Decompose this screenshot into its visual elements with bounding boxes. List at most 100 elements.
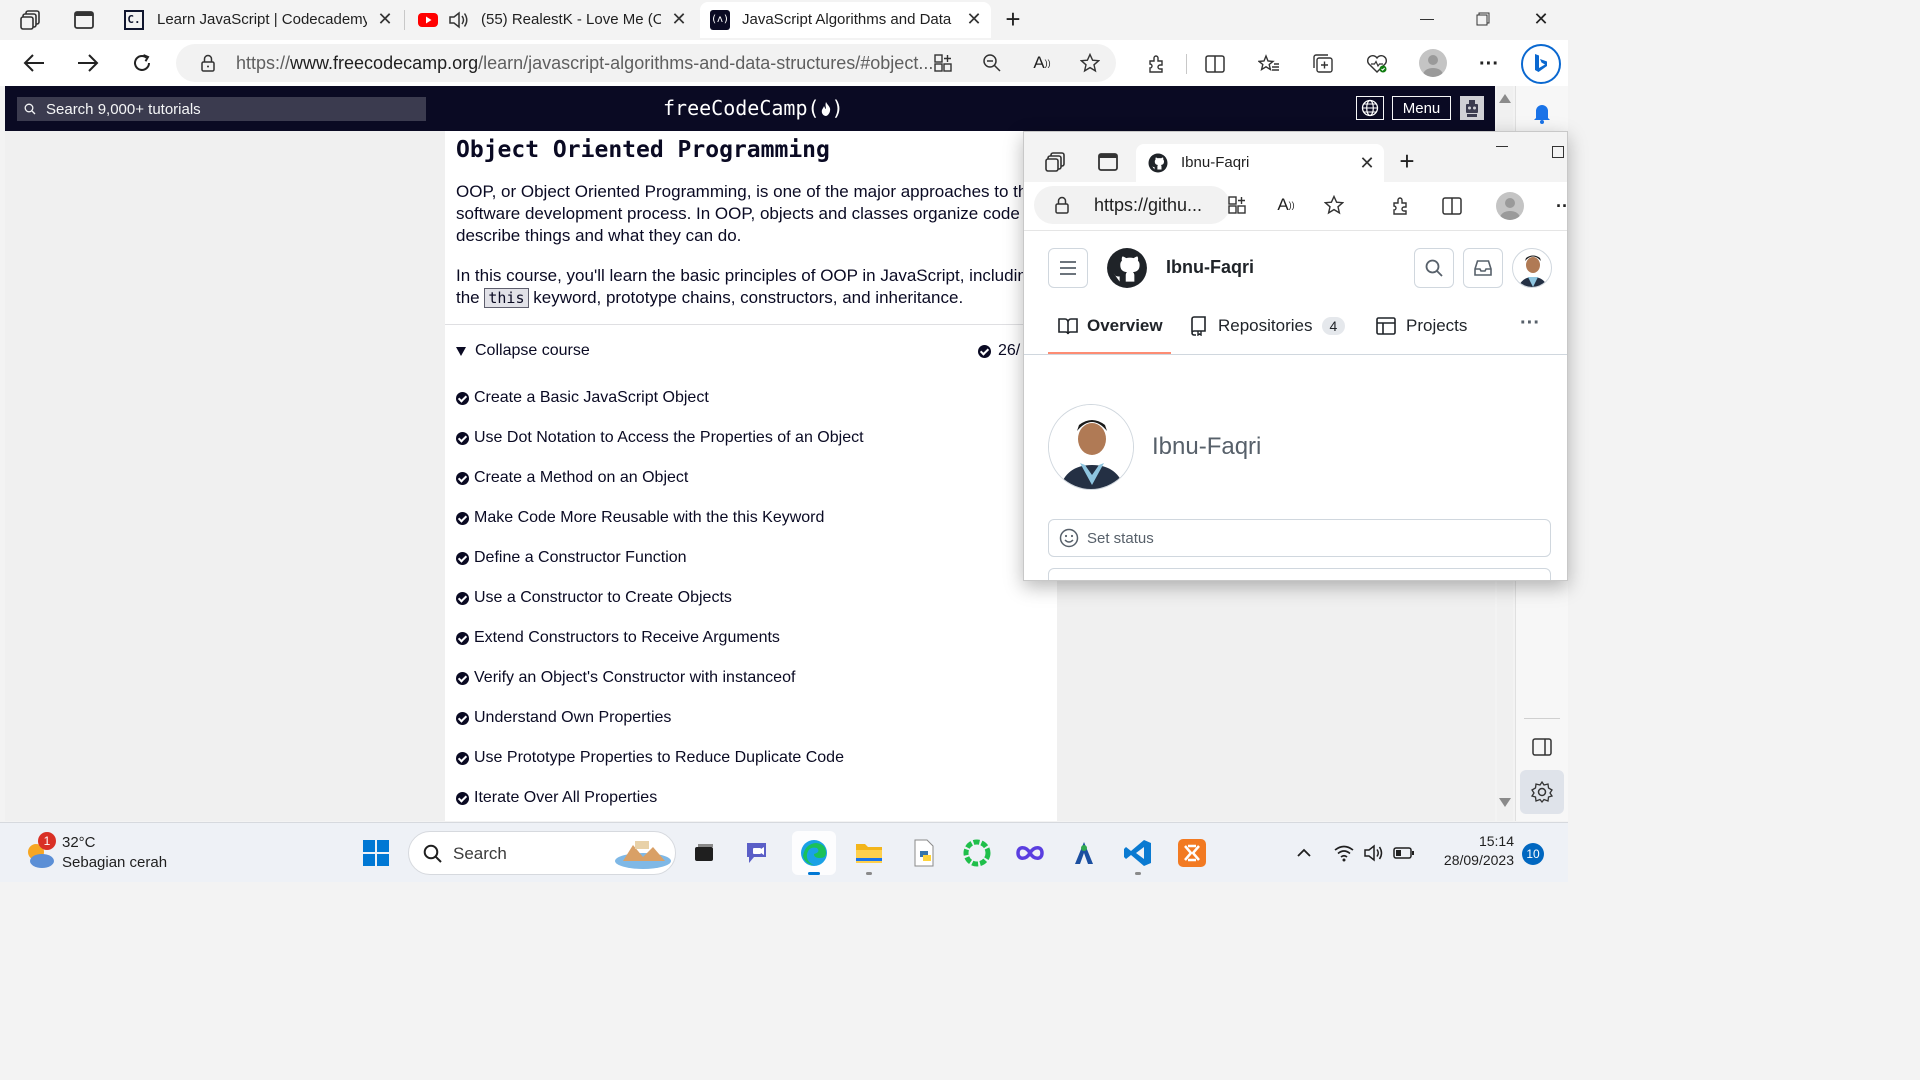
lesson-link[interactable]: Use a Constructor to Create Objects (474, 589, 732, 607)
back-icon[interactable] (20, 50, 48, 76)
lesson-item[interactable]: Use a Constructor to Create Objects (456, 589, 732, 607)
lesson-item[interactable]: Use Dot Notation to Access the Propertie… (456, 429, 864, 447)
tab-github[interactable]: Ibnu-Faqri ✕ (1136, 144, 1384, 182)
network-status-button[interactable] (1328, 831, 1420, 875)
lesson-item[interactable]: Extend Constructors to Receive Arguments (456, 629, 780, 647)
read-aloud-icon[interactable]: A)) (1030, 53, 1054, 73)
lesson-item[interactable]: Create a Basic JavaScript Object (456, 389, 709, 407)
header-username[interactable]: Ibnu-Faqri (1166, 257, 1254, 278)
vscode-button[interactable] (1116, 831, 1160, 875)
user-avatar[interactable] (1512, 248, 1552, 288)
speaker-icon[interactable] (448, 10, 470, 30)
weather-widget[interactable]: 1 32°C Sebagian cerah (20, 831, 180, 875)
profile-avatar-large[interactable] (1048, 404, 1134, 490)
close-window-button[interactable]: ✕ (1526, 8, 1556, 30)
green-app-button[interactable] (955, 831, 999, 875)
extensions-icon[interactable] (1143, 52, 1169, 76)
taskbar-search-box[interactable]: Search (408, 831, 676, 875)
new-tab-button[interactable]: + (1394, 146, 1420, 176)
teams-chat-button[interactable] (737, 831, 781, 875)
favorite-star-icon[interactable] (1079, 53, 1101, 73)
lesson-item[interactable]: Make Code More Reusable with the this Ke… (456, 509, 824, 527)
browser-essentials-icon[interactable] (1364, 52, 1390, 76)
favorites-icon[interactable] (1256, 52, 1282, 76)
bing-copilot-icon[interactable] (1521, 44, 1561, 84)
more-options-icon[interactable]: ·· (1552, 195, 1567, 217)
lesson-item[interactable]: Create a Method on an Object (456, 469, 688, 487)
forward-icon[interactable] (74, 50, 102, 76)
profile-avatar[interactable] (1496, 192, 1524, 220)
scroll-down-arrow[interactable] (1499, 798, 1511, 807)
lesson-link[interactable]: Make Code More Reusable with the this Ke… (474, 509, 824, 527)
inbox-button[interactable] (1463, 248, 1503, 288)
tab-codecademy[interactable]: C. Learn JavaScript | Codecademy ✕ (112, 2, 402, 38)
new-tab-button[interactable]: + (1000, 4, 1026, 34)
vertical-tabs-icon[interactable] (71, 8, 97, 32)
tab-repositories[interactable]: Repositories 4 (1190, 316, 1346, 336)
collapse-course-button[interactable]: Collapse course (456, 342, 590, 360)
file-explorer-button[interactable] (847, 831, 891, 875)
lesson-link[interactable]: Use Prototype Properties to Reduce Dupli… (474, 749, 844, 767)
lesson-item[interactable]: Use Prototype Properties to Reduce Dupli… (456, 749, 844, 767)
lesson-link[interactable]: Use Dot Notation to Access the Propertie… (474, 429, 864, 447)
zoom-out-icon[interactable] (981, 53, 1003, 73)
set-status-button[interactable]: Set status (1048, 519, 1551, 557)
more-tabs-icon[interactable]: ··· (1520, 312, 1540, 335)
app-available-icon[interactable] (1226, 195, 1248, 215)
fcc-logo[interactable]: freeCodeCamp() (663, 96, 844, 120)
tab-overview[interactable]: Overview (1058, 316, 1163, 336)
lesson-link[interactable]: Create a Method on an Object (474, 469, 688, 487)
notification-bell-icon[interactable] (1528, 100, 1556, 126)
tab-freecodecamp[interactable]: (ʌ) JavaScript Algorithms and Data S ✕ (700, 2, 991, 38)
app-button[interactable] (1062, 831, 1106, 875)
python-editor-button[interactable] (902, 831, 946, 875)
hamburger-menu-button[interactable] (1048, 248, 1088, 288)
github-logo-icon[interactable] (1106, 247, 1148, 289)
lesson-item[interactable]: Understand Own Properties (456, 709, 671, 727)
lock-icon[interactable] (1052, 195, 1072, 215)
user-avatar-button[interactable] (1460, 96, 1484, 120)
menu-button[interactable]: Menu (1392, 96, 1451, 120)
url-bar[interactable]: https://www.freecodecamp.org/learn/javas… (176, 44, 1116, 82)
tab-projects[interactable]: Projects (1376, 316, 1467, 336)
collections-icon[interactable] (1310, 52, 1336, 76)
restore-button[interactable] (1468, 8, 1498, 30)
task-view-button[interactable] (682, 831, 726, 875)
split-screen-icon[interactable] (1202, 52, 1228, 76)
read-aloud-icon[interactable]: A)) (1274, 195, 1298, 215)
sidebar-settings-icon[interactable] (1520, 770, 1564, 814)
lock-icon[interactable] (198, 53, 218, 73)
workspaces-icon[interactable] (1044, 150, 1068, 174)
extensions-icon[interactable] (1388, 195, 1412, 217)
show-hidden-icons-button[interactable] (1284, 831, 1324, 875)
vertical-tabs-icon[interactable] (1096, 151, 1120, 173)
lesson-link[interactable]: Iterate Over All Properties (474, 789, 657, 807)
tab-youtube[interactable]: (55) RealestK - Love Me (Off ✕ (408, 2, 696, 38)
refresh-icon[interactable] (128, 50, 156, 76)
search-button[interactable] (1414, 248, 1454, 288)
edge-taskbar-button[interactable] (792, 831, 836, 875)
lesson-link[interactable]: Verify an Object's Constructor with inst… (474, 669, 795, 687)
minimize-button[interactable] (1412, 8, 1442, 30)
fcc-search-input[interactable]: Search 9,000+ tutorials (17, 97, 426, 121)
lesson-item[interactable]: Define a Constructor Function (456, 549, 687, 567)
lesson-item[interactable]: Iterate Over All Properties (456, 789, 657, 807)
xampp-button[interactable] (1170, 831, 1214, 875)
split-screen-icon[interactable] (1440, 195, 1464, 217)
app-available-icon[interactable] (932, 53, 954, 73)
workspaces-icon[interactable] (18, 8, 44, 32)
lesson-link[interactable]: Define a Constructor Function (474, 549, 687, 567)
notification-center-badge[interactable]: 10 (1522, 843, 1544, 865)
more-options-icon[interactable]: ··· (1476, 52, 1502, 76)
infinity-app-button[interactable] (1008, 831, 1052, 875)
lesson-item[interactable]: Verify an Object's Constructor with inst… (456, 669, 795, 687)
language-button[interactable] (1356, 96, 1384, 120)
clock[interactable]: 15:14 28/09/2023 (1428, 833, 1514, 868)
maximize-button[interactable] (1548, 142, 1567, 162)
close-tab-icon[interactable]: ✕ (1358, 154, 1376, 172)
close-tab-icon[interactable]: ✕ (670, 10, 688, 28)
profile-avatar[interactable] (1419, 49, 1447, 77)
lesson-link[interactable]: Extend Constructors to Receive Arguments (474, 629, 780, 647)
lesson-link[interactable]: Understand Own Properties (474, 709, 671, 727)
favorite-star-icon[interactable] (1323, 195, 1345, 215)
